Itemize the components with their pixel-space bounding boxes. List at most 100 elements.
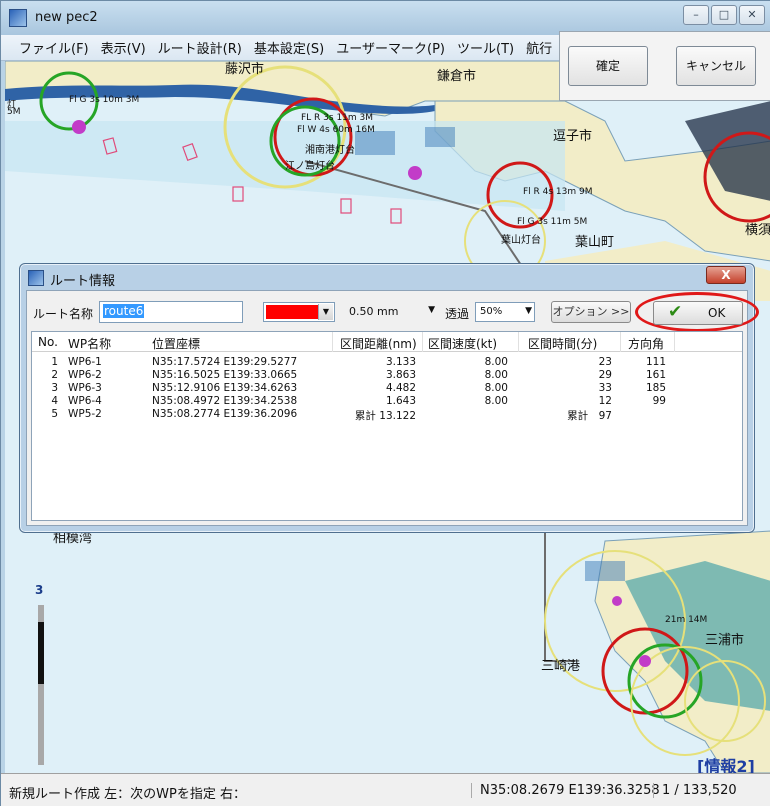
cell-name: WP6-3	[68, 382, 102, 394]
zoom-level-label: 3	[35, 583, 44, 597]
header-divider	[518, 332, 519, 352]
menu-bar: ファイル(F) 表示(V) ルート設計(R) 基本設定(S) ユーザーマーク(P…	[1, 35, 561, 61]
route-info-dialog: ルート情報 X ルート名称 route6 ▼ 0.50 mm ▼ 透過 50% …	[19, 263, 759, 533]
menu-route-design[interactable]: ルート設計(R)	[158, 38, 242, 57]
place-shonan: 湘南港灯台	[305, 145, 355, 156]
dialog-close-button[interactable]: X	[706, 266, 746, 284]
minimize-button[interactable]: –	[683, 5, 709, 25]
transparency-select[interactable]: 50% ▼	[475, 302, 535, 322]
cell-speed: 8.00	[484, 369, 508, 381]
col-position[interactable]: 位置座標	[152, 335, 200, 352]
cell-speed: 8.00	[484, 395, 508, 407]
cell-name: WP6-4	[68, 395, 102, 407]
cell-dist: 1.643	[385, 395, 416, 407]
route-name-value: route6	[103, 304, 145, 318]
cell-speed: 8.00	[484, 382, 508, 394]
cell-time: 累計 97	[567, 410, 612, 422]
light-label-fl-r: FL R 3s 11m 3M	[301, 113, 374, 123]
menu-file[interactable]: ファイル(F)	[19, 38, 89, 57]
header-divider	[674, 332, 675, 352]
place-misaki: 三崎港	[541, 659, 581, 674]
waypoint-table[interactable]: No. WP名称 位置座標 区間距離(nm) 区間速度(kt) 区間時間(分) …	[31, 331, 743, 521]
cell-no: 1	[51, 356, 58, 368]
cell-no: 3	[51, 382, 58, 394]
table-row[interactable]: 1 WP6-1 N35:17.5724 E139:29.5277 3.133 8.00 2…	[32, 356, 742, 369]
route-name-input[interactable]: route6	[99, 301, 243, 323]
route-name-label: ルート名称	[33, 307, 94, 321]
status-bar: 新規ルート作成 左：次のWPを指定 右： N35:08.2679 E139:36…	[1, 773, 770, 806]
place-miura: 三浦市	[705, 633, 745, 648]
zoom-scale[interactable]: 3	[35, 583, 49, 767]
col-wp-name[interactable]: WP名称	[68, 335, 111, 352]
cancel-button[interactable]: キャンセル	[676, 46, 756, 86]
menu-user-mark[interactable]: ユーザーマーク(P)	[336, 38, 445, 57]
cell-name: WP6-2	[68, 369, 102, 381]
transparency-value: 50%	[480, 306, 503, 317]
cell-speed: 8.00	[484, 356, 508, 368]
cell-bearing: 99	[652, 395, 666, 407]
cell-no: 5	[51, 408, 58, 420]
title-bar: new pec2 – □ ✕	[1, 1, 770, 35]
col-time[interactable]: 区間時間(分)	[528, 335, 597, 352]
cell-pos: N35:16.5025 E139:33.0665	[152, 369, 298, 381]
cell-dist: 累計 13.122	[354, 410, 416, 422]
cell-time: 12	[598, 395, 612, 407]
col-no[interactable]: No.	[38, 335, 58, 349]
cell-pos: N35:08.2774 E139:36.2096	[152, 408, 298, 420]
menu-tools[interactable]: ツール(T)	[457, 38, 514, 57]
dialog-body: ルート名称 route6 ▼ 0.50 mm ▼ 透過 50% ▼ オプション …	[26, 290, 759, 526]
ok-label: OK	[708, 306, 726, 320]
transparency-label: 透過	[445, 307, 470, 321]
place-hayama-light: 葉山灯台	[501, 235, 541, 246]
cell-time: 33	[598, 382, 612, 394]
table-header: No. WP名称 位置座標 区間距離(nm) 区間速度(kt) 区間時間(分) …	[32, 332, 742, 352]
light-label-fl-w: Fl W 4s 60m 16M	[297, 125, 375, 135]
chevron-down-icon: ▼	[428, 305, 435, 315]
light-label-fl-g: Fl G 3s 10m 3M	[69, 95, 140, 105]
table-row[interactable]: 2 WP6-2 N35:16.5025 E139:33.0665 3.863 8.00 2…	[32, 369, 742, 382]
place-kamakura: 鎌倉市	[437, 69, 477, 84]
close-button[interactable]: ✕	[739, 5, 765, 25]
check-icon: ✔	[668, 302, 683, 322]
header-divider	[620, 332, 621, 352]
menu-navigation[interactable]: 航行	[526, 38, 552, 57]
cell-dist: 3.133	[385, 356, 416, 368]
main-window: new pec2 – □ ✕ ファイル(F) 表示(V) ルート設計(R) 基本…	[0, 0, 770, 806]
header-divider	[422, 332, 423, 352]
chevron-down-icon: ▼	[525, 306, 532, 316]
cell-bearing: 161	[645, 369, 666, 381]
line-color-swatch	[266, 305, 318, 319]
line-color-select[interactable]: ▼	[263, 302, 335, 322]
cell-name: WP6-1	[68, 356, 102, 368]
zoom-indicator[interactable]	[38, 622, 44, 685]
menu-view[interactable]: 表示(V)	[101, 38, 146, 57]
col-distance[interactable]: 区間距離(nm)	[340, 335, 417, 352]
col-bearing[interactable]: 方向角	[628, 335, 664, 352]
status-coordinates: N35:08.2679 E139:36.3258	[471, 783, 660, 798]
status-scale: 1 / 133,520	[653, 783, 737, 798]
table-row[interactable]: 3 WP6-3 N35:12.9106 E139:34.6263 4.482 8.00 3…	[32, 382, 742, 395]
light-label-fl-g5: Fl G 3s 11m 5M	[517, 217, 588, 227]
window-controls: – □ ✕	[683, 5, 765, 25]
place-hayama: 葉山町	[575, 235, 615, 250]
light-label-fl-r4: Fl R 4s 13m 9M	[523, 187, 593, 197]
menu-settings[interactable]: 基本設定(S)	[254, 38, 324, 57]
table-row[interactable]: 5 WP5-2 N35:08.2774 E139:36.2096 累計 13.122 累…	[32, 408, 742, 422]
app-icon	[9, 9, 27, 27]
confirm-button[interactable]: 確定	[568, 46, 648, 86]
cell-time: 23	[598, 356, 612, 368]
options-button[interactable]: オプション >>	[551, 301, 631, 323]
line-width-select[interactable]: 0.50 mm ▼	[345, 302, 437, 322]
place-yokosuka: 横須	[745, 223, 770, 238]
dialog-title: ルート情報	[50, 274, 116, 289]
maximize-button[interactable]: □	[711, 5, 737, 25]
table-row[interactable]: 4 WP6-4 N35:08.4972 E139:34.2538 1.643 8.00 1…	[32, 395, 742, 408]
light-label-left-range: 5M	[7, 107, 21, 117]
ok-button[interactable]: ✔ OK	[653, 301, 743, 325]
col-speed[interactable]: 区間速度(kt)	[428, 335, 497, 352]
status-message: 新規ルート作成 左：次のWPを指定 右：	[9, 787, 246, 802]
place-fujisawa: 藤沢市	[225, 62, 265, 77]
cell-bearing: 185	[645, 382, 666, 394]
cell-bearing: 111	[645, 356, 666, 368]
chevron-down-icon[interactable]: ▼	[318, 304, 333, 320]
